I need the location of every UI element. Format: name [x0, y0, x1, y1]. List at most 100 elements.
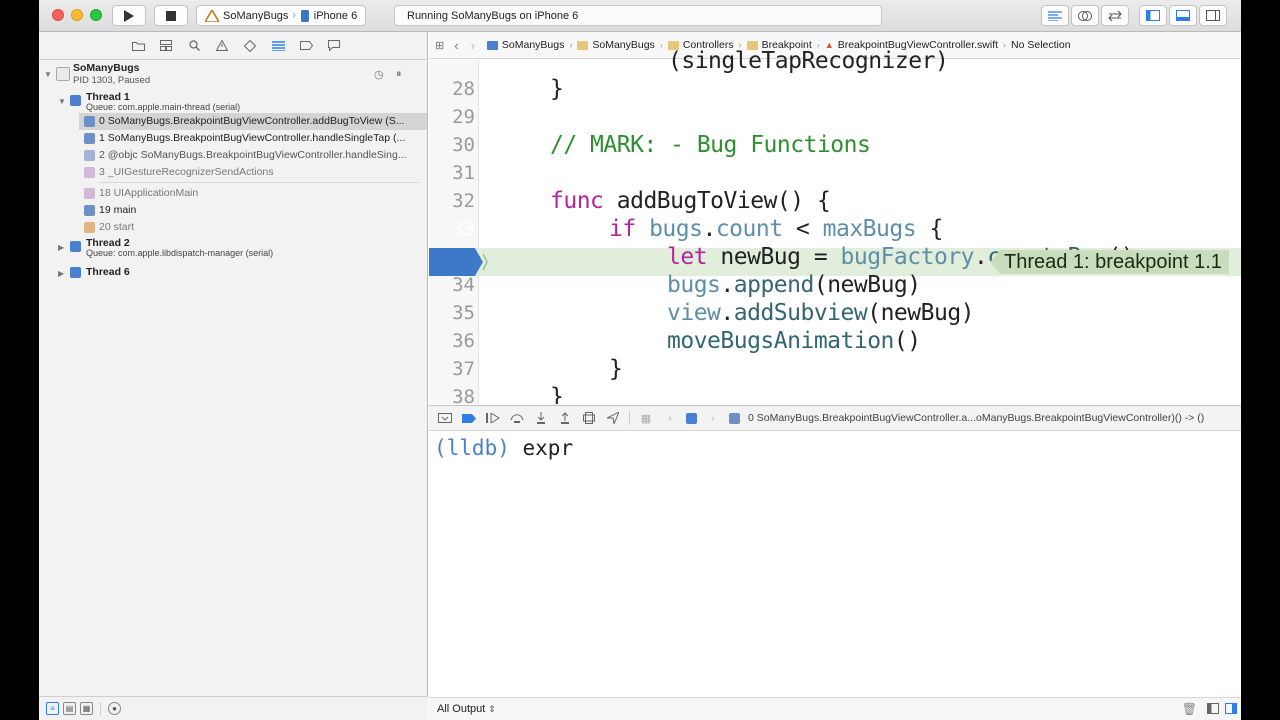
- stop-icon: [166, 10, 176, 21]
- hierarchy-icon[interactable]: [155, 37, 177, 55]
- left-pane-toggle-icon[interactable]: [1207, 703, 1219, 717]
- disclosure-triangle-open[interactable]: ▼: [58, 97, 66, 106]
- assistant-editor-button[interactable]: [1071, 5, 1099, 26]
- zoom-window-button[interactable]: [90, 9, 102, 21]
- chevron-right-icon: ›: [659, 40, 663, 50]
- warning-icon[interactable]: [211, 37, 233, 55]
- code-line: view.addSubview(newBug): [667, 300, 975, 326]
- stop-button[interactable]: [154, 5, 188, 26]
- folder-icon[interactable]: [127, 37, 149, 55]
- frame-label: 3 _UIGestureRecognizerSendActions: [99, 166, 274, 178]
- breadcrumb-symbol[interactable]: No Selection: [1011, 39, 1071, 51]
- up-down-chevron-icon[interactable]: ⇕: [488, 704, 496, 714]
- code-line: // MARK: - Bug Functions: [550, 132, 871, 158]
- console-input[interactable]: expr: [523, 436, 574, 460]
- show-frames-icon[interactable]: ▤: [63, 702, 76, 715]
- stack-frame-row[interactable]: 2 @objc SoManyBugs.BreakpointBugViewCont…: [79, 147, 427, 164]
- breakpoint-marker[interactable]: [429, 248, 491, 276]
- code-line-current: if bugs.count < maxBugs {: [609, 216, 943, 242]
- process-view-options-icon[interactable]: ⏸: [396, 68, 402, 81]
- toolbar: SoManyBugs › iPhone 6 Running SoManyBugs…: [39, 0, 1241, 32]
- right-panel-icon: [1206, 10, 1220, 21]
- left-panel-icon: [1146, 10, 1160, 21]
- show-queues-icon[interactable]: ▦: [80, 702, 93, 715]
- code-line: }: [609, 356, 623, 382]
- folder-icon: [577, 40, 589, 50]
- code-line: func addBugToView() {: [550, 188, 831, 214]
- back-arrow-icon[interactable]: ‹: [454, 38, 458, 53]
- navigator-filter-bar: ≡ ▤ ▦ ●: [39, 696, 428, 720]
- breakpoint-label: Thread 1: breakpoint 1.1: [1004, 250, 1222, 273]
- process-name[interactable]: SoManyBugs: [73, 62, 140, 74]
- disclosure-triangle-open[interactable]: ▼: [44, 70, 52, 79]
- align-lines-icon: [1048, 10, 1062, 21]
- line-number: 28: [452, 78, 475, 100]
- venn-circles-icon: [1078, 10, 1092, 21]
- stack-frame-row[interactable]: 3 _UIGestureRecognizerSendActions: [79, 164, 427, 181]
- scheme-selector[interactable]: SoManyBugs › iPhone 6: [196, 5, 367, 26]
- frame-label: 18 UIApplicationMain: [99, 187, 199, 199]
- stack-frame-row[interactable]: 19 main: [79, 202, 427, 219]
- related-items-icon[interactable]: ⊞: [435, 39, 444, 52]
- standard-editor-button[interactable]: [1041, 5, 1069, 26]
- device-icon: [300, 9, 309, 22]
- version-editor-button[interactable]: [1101, 5, 1129, 26]
- thread-icon: [70, 95, 81, 106]
- toggle-debug-area-button[interactable]: [1169, 5, 1197, 26]
- thread-icon: [70, 267, 81, 278]
- user-frame-icon: [84, 116, 95, 127]
- search-icon[interactable]: [183, 37, 205, 55]
- chevron-right-icon: ›: [292, 10, 296, 21]
- simulate-location-icon[interactable]: [605, 411, 621, 425]
- project-icon: [486, 40, 498, 50]
- hide-debug-area-icon[interactable]: [437, 411, 453, 425]
- disclosure-triangle-closed[interactable]: ▶: [58, 269, 64, 278]
- thread-queue: Queue: com.apple.main-thread (serial): [86, 102, 241, 112]
- right-pane-toggle-icon[interactable]: [1225, 703, 1237, 717]
- breadcrumb-group[interactable]: SoManyBugs: [592, 39, 654, 51]
- disclosure-triangle-closed[interactable]: ▶: [58, 243, 64, 252]
- forward-arrow-icon[interactable]: ›: [471, 38, 475, 53]
- device-name: iPhone 6: [313, 9, 358, 22]
- stack-frame-row[interactable]: 1 SoManyBugs.BreakpointBugViewController…: [79, 130, 427, 147]
- stack-frame-row[interactable]: 18 UIApplicationMain: [79, 185, 427, 202]
- system-frame-icon: [84, 222, 95, 233]
- continue-icon[interactable]: [485, 411, 501, 425]
- trash-icon[interactable]: 🗑: [1182, 702, 1197, 716]
- test-diamond-icon[interactable]: [239, 37, 261, 55]
- toggle-navigator-button[interactable]: [1139, 5, 1167, 26]
- line-number: 38: [452, 386, 475, 404]
- gauge-icon[interactable]: ◷: [374, 68, 384, 81]
- stack-frame-row[interactable]: 0 SoManyBugs.BreakpointBugViewController…: [79, 113, 427, 130]
- thread-name[interactable]: Thread 6: [86, 266, 130, 278]
- breakpoint-annotation[interactable]: Thread 1: breakpoint 1.1: [990, 250, 1229, 274]
- current-frame-path[interactable]: 0 SoManyBugs.BreakpointBugViewController…: [748, 412, 1204, 424]
- play-icon: [124, 9, 134, 22]
- swap-arrows-icon: [1108, 10, 1122, 21]
- thread-queue: Queue: com.apple.libdispatch-manager (se…: [86, 248, 274, 258]
- close-window-button[interactable]: [52, 9, 64, 21]
- breadcrumb-project[interactable]: SoManyBugs: [502, 39, 564, 51]
- activity-viewer: Running SoManyBugs on iPhone 6: [394, 5, 882, 26]
- step-over-icon[interactable]: [509, 411, 525, 425]
- run-button[interactable]: [112, 5, 146, 26]
- breakpoints-toggle-icon[interactable]: [461, 411, 477, 425]
- filter-icon[interactable]: ●: [108, 702, 121, 715]
- step-out-icon[interactable]: [557, 411, 573, 425]
- output-filter-select[interactable]: All Output: [437, 703, 485, 715]
- user-frame-icon: [84, 205, 95, 216]
- report-bubble-icon[interactable]: [323, 37, 345, 55]
- debug-console[interactable]: (lldb) expr: [429, 432, 1241, 696]
- step-into-icon[interactable]: [533, 411, 549, 425]
- lldb-prompt: (lldb): [434, 436, 510, 460]
- source-editor: ⊞ ‹ › SoManyBugs › SoManyBugs › Controll…: [429, 32, 1241, 404]
- line-number: 34: [452, 274, 475, 296]
- user-frame-icon: [84, 133, 95, 144]
- stack-frame-row[interactable]: 20 start: [79, 219, 427, 236]
- show-crashed-threads-icon[interactable]: ≡: [46, 702, 59, 715]
- minimize-window-button[interactable]: [71, 9, 83, 21]
- view-hierarchy-icon[interactable]: [581, 411, 597, 425]
- debug-navigator-icon[interactable]: [267, 37, 289, 55]
- toggle-utilities-button[interactable]: [1199, 5, 1227, 26]
- breakpoint-tag-icon[interactable]: [295, 37, 317, 55]
